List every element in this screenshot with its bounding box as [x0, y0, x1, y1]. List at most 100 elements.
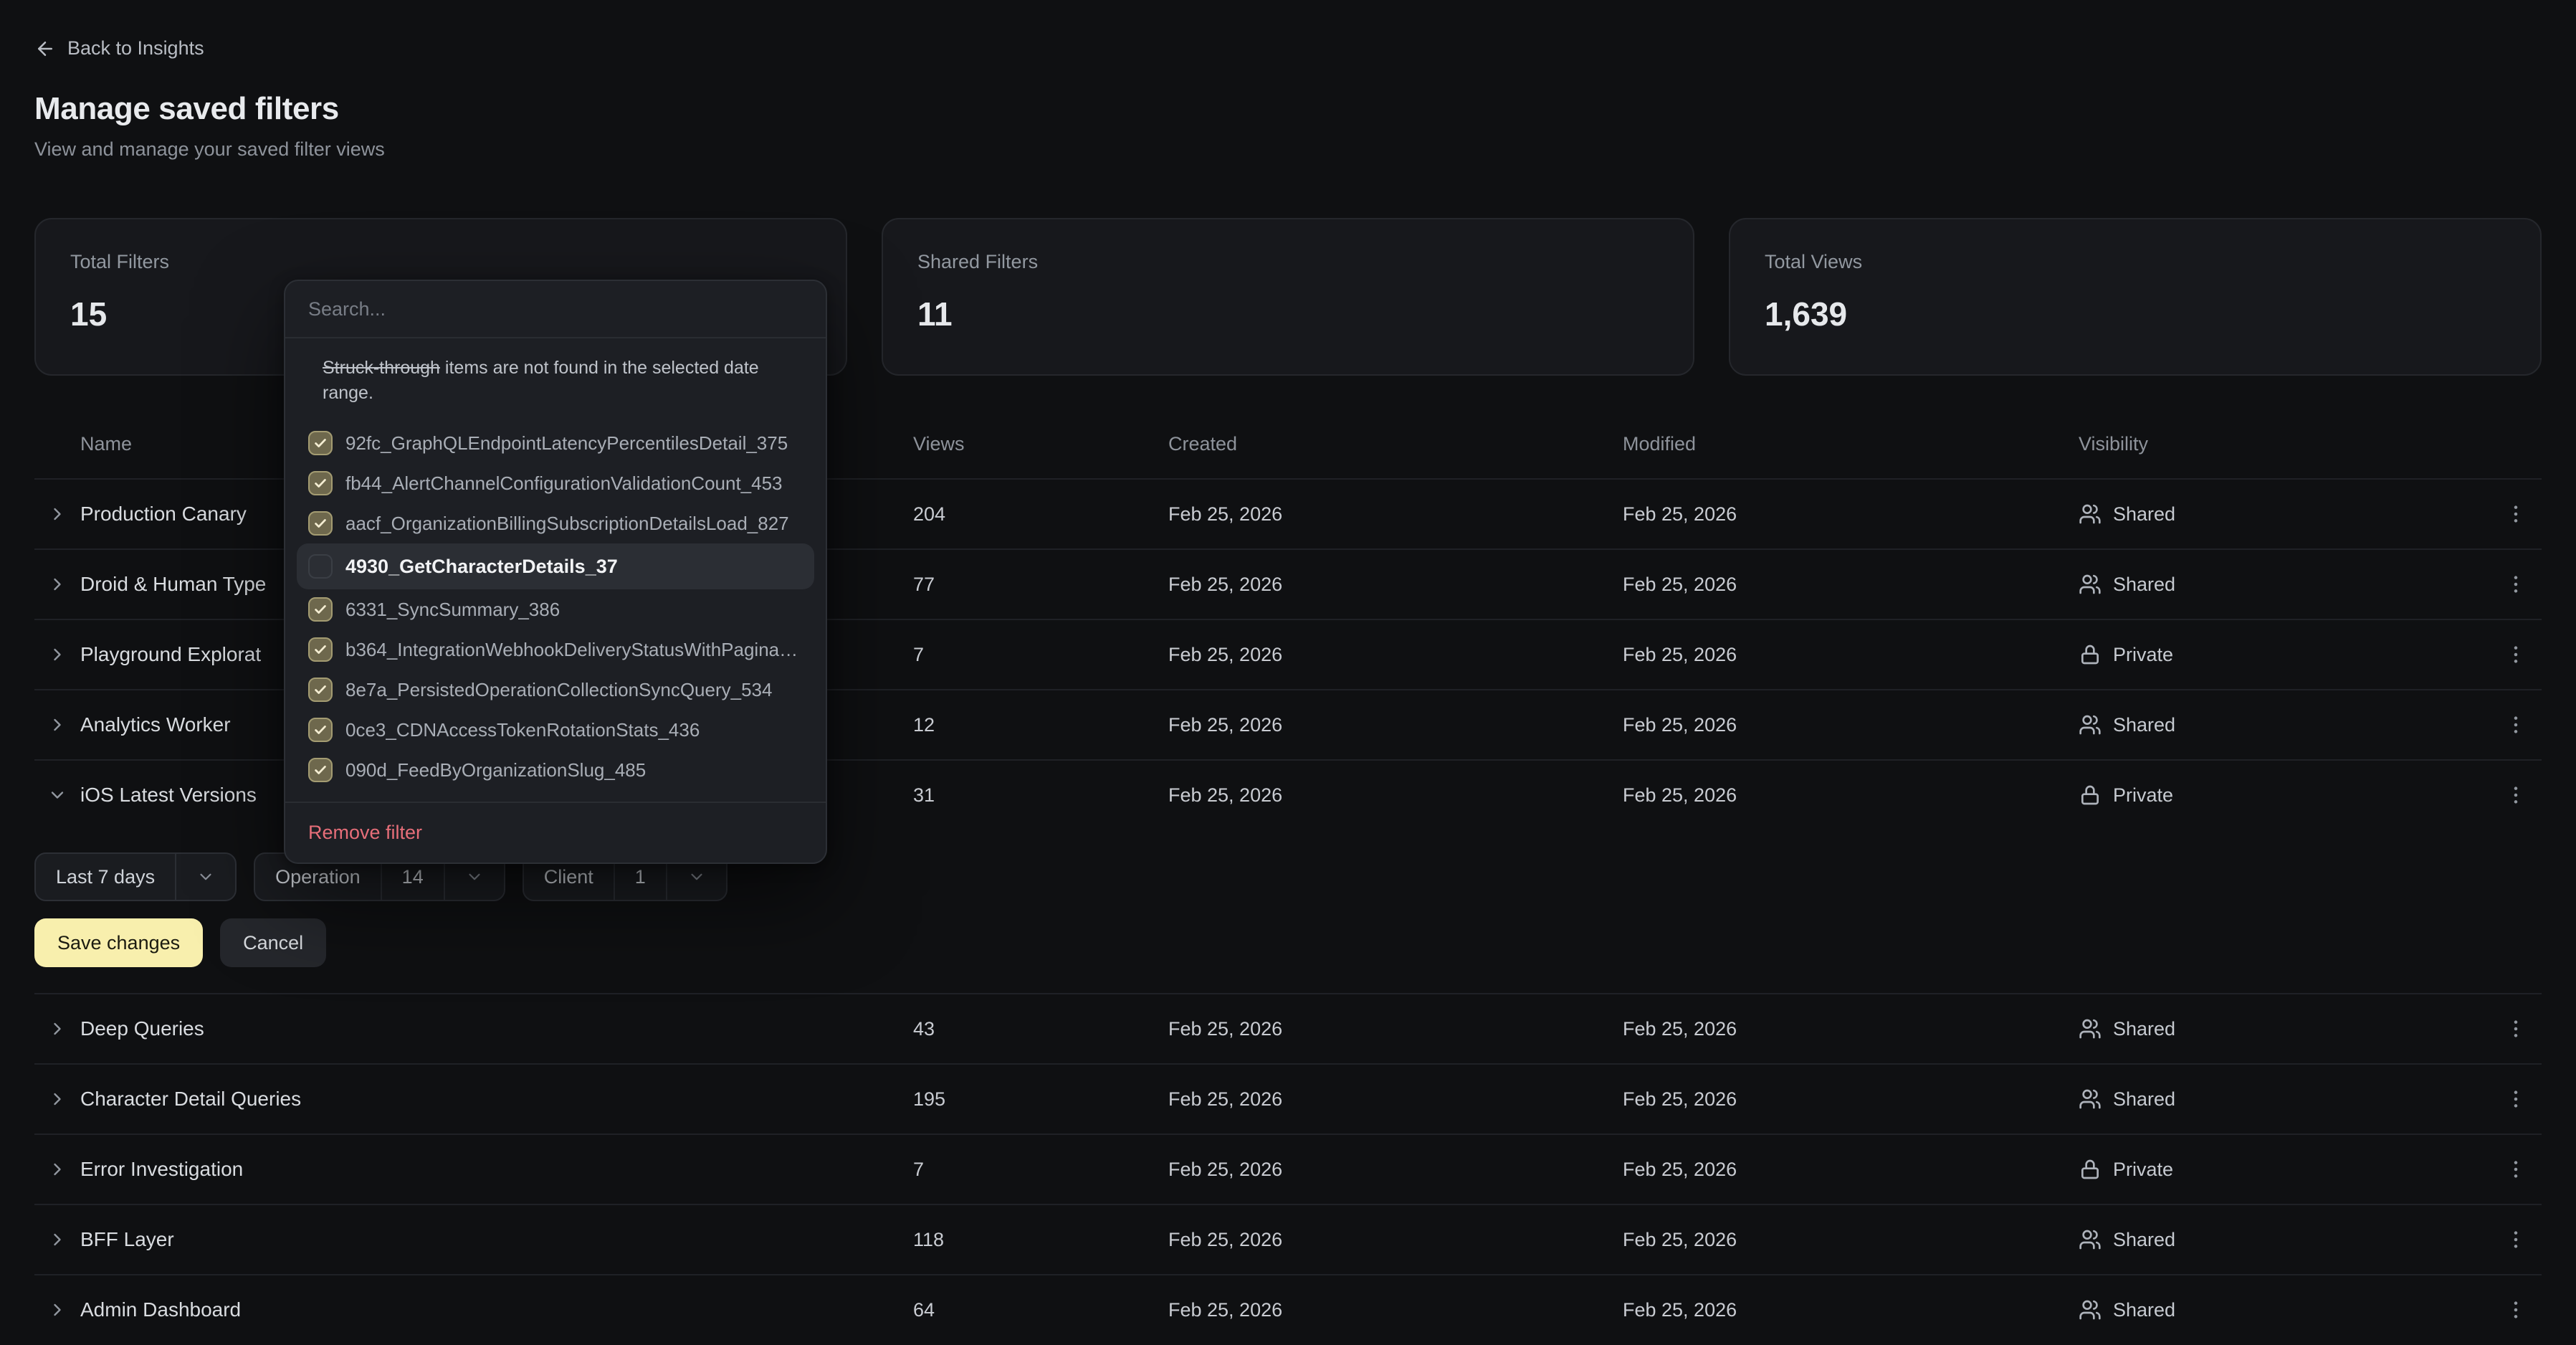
- modified-date: Feb 25, 2026: [1623, 1088, 2079, 1111]
- filter-item[interactable]: aacf_OrganizationBillingSubscriptionDeta…: [297, 503, 814, 543]
- chevron-right-icon[interactable]: [34, 574, 80, 594]
- created-date: Feb 25, 2026: [1168, 1018, 1623, 1040]
- save-changes-button[interactable]: Save changes: [34, 918, 203, 967]
- lock-icon: [2079, 1158, 2102, 1181]
- checkbox-checked-icon[interactable]: [308, 511, 333, 536]
- filter-item[interactable]: 92fc_GraphQLEndpointLatencyPercentilesDe…: [297, 423, 814, 463]
- views-count: 195: [913, 1088, 1168, 1111]
- created-date: Feb 25, 2026: [1168, 784, 1623, 807]
- table-row[interactable]: Admin Dashboard 64 Feb 25, 2026 Feb 25, …: [34, 1274, 2542, 1344]
- chevron-down-icon[interactable]: [175, 854, 235, 900]
- users-icon: [2079, 1017, 2102, 1040]
- filter-item[interactable]: 0ce3_CDNAccessTokenRotationStats_436: [297, 710, 814, 750]
- kebab-icon: [2504, 643, 2527, 666]
- filter-item-label: aacf_OrganizationBillingSubscriptionDeta…: [345, 513, 789, 535]
- search-input[interactable]: [308, 298, 803, 320]
- row-menu-button[interactable]: [2490, 643, 2542, 666]
- chevron-right-icon[interactable]: [34, 715, 80, 735]
- stat-value: 11: [917, 295, 1659, 333]
- created-date: Feb 25, 2026: [1168, 714, 1623, 736]
- kebab-icon: [2504, 1298, 2527, 1321]
- views-count: 43: [913, 1018, 1168, 1040]
- row-menu-button[interactable]: [2490, 1228, 2542, 1251]
- users-icon: [2079, 503, 2102, 526]
- filter-item[interactable]: 8e7a_PersistedOperationCollectionSyncQue…: [297, 670, 814, 710]
- filter-item[interactable]: 6331_SyncSummary_386: [297, 589, 814, 629]
- stat-card-total-views: Total Views 1,639: [1729, 218, 2542, 376]
- filter-item[interactable]: b364_IntegrationWebhookDeliveryStatusWit…: [297, 629, 814, 670]
- stat-card-shared-filters: Shared Filters 11: [882, 218, 1694, 376]
- filter-item[interactable]: fb44_AlertChannelConfigurationValidation…: [297, 463, 814, 503]
- cancel-button[interactable]: Cancel: [220, 918, 326, 967]
- row-menu-button[interactable]: [2490, 713, 2542, 736]
- kebab-icon: [2504, 1158, 2527, 1181]
- chevron-right-icon[interactable]: [34, 645, 80, 665]
- row-menu-button[interactable]: [2490, 1158, 2542, 1181]
- table-row[interactable]: Character Detail Queries 195 Feb 25, 202…: [34, 1063, 2542, 1133]
- filter-name: Admin Dashboard: [80, 1298, 913, 1321]
- modified-date: Feb 25, 2026: [1623, 1018, 2079, 1040]
- chevron-right-icon[interactable]: [34, 1159, 80, 1179]
- checkbox-checked-icon[interactable]: [308, 637, 333, 662]
- kebab-icon: [2504, 1228, 2527, 1251]
- chevron-right-icon[interactable]: [34, 1019, 80, 1039]
- checkbox-unchecked-icon[interactable]: [308, 554, 333, 579]
- row-menu-button[interactable]: [2490, 1088, 2542, 1111]
- stat-value: 1,639: [1765, 295, 2506, 333]
- popover-search[interactable]: [285, 281, 826, 338]
- table-row[interactable]: Error Investigation 7 Feb 25, 2026 Feb 2…: [34, 1133, 2542, 1204]
- row-menu-button[interactable]: [2490, 784, 2542, 807]
- modified-date: Feb 25, 2026: [1623, 714, 2079, 736]
- date-range-chip[interactable]: Last 7 days: [34, 852, 237, 901]
- modified-date: Feb 25, 2026: [1623, 644, 2079, 666]
- checkbox-checked-icon[interactable]: [308, 431, 333, 455]
- users-icon: [2079, 1228, 2102, 1251]
- checkbox-checked-icon[interactable]: [308, 678, 333, 702]
- chevron-right-icon[interactable]: [34, 1230, 80, 1250]
- filter-item-label: 4930_GetCharacterDetails_37: [345, 556, 618, 578]
- filter-name: BFF Layer: [80, 1228, 913, 1251]
- checkbox-checked-icon[interactable]: [308, 471, 333, 495]
- row-menu-button[interactable]: [2490, 573, 2542, 596]
- filter-item-highlighted[interactable]: 4930_GetCharacterDetails_37: [297, 543, 814, 589]
- row-menu-button[interactable]: [2490, 1298, 2542, 1321]
- filter-name: Deep Queries: [80, 1017, 913, 1040]
- views-count: 7: [913, 644, 1168, 666]
- kebab-icon: [2504, 784, 2527, 807]
- views-count: 204: [913, 503, 1168, 526]
- filter-name: Error Investigation: [80, 1158, 913, 1181]
- views-count: 64: [913, 1299, 1168, 1321]
- page-subtitle: View and manage your saved filter views: [34, 138, 2542, 161]
- kebab-icon: [2504, 503, 2527, 526]
- remove-filter-link[interactable]: Remove filter: [285, 802, 826, 862]
- kebab-icon: [2504, 573, 2527, 596]
- table-row[interactable]: BFF Layer 118 Feb 25, 2026 Feb 25, 2026 …: [34, 1204, 2542, 1274]
- visibility-badge: Private: [2079, 1158, 2490, 1181]
- checkbox-checked-icon[interactable]: [308, 718, 333, 742]
- back-to-insights-link[interactable]: Back to Insights: [34, 37, 204, 60]
- visibility-badge: Private: [2079, 643, 2490, 666]
- table-row[interactable]: Deep Queries 43 Feb 25, 2026 Feb 25, 202…: [34, 993, 2542, 1063]
- kebab-icon: [2504, 713, 2527, 736]
- row-menu-button[interactable]: [2490, 503, 2542, 526]
- chip-label: Last 7 days: [36, 854, 175, 900]
- modified-date: Feb 25, 2026: [1623, 784, 2079, 807]
- filter-item-label: 6331_SyncSummary_386: [345, 599, 560, 621]
- created-date: Feb 25, 2026: [1168, 1299, 1623, 1321]
- arrow-left-icon: [34, 38, 56, 60]
- chevron-right-icon[interactable]: [34, 504, 80, 524]
- chevron-right-icon[interactable]: [34, 1300, 80, 1320]
- chevron-right-icon[interactable]: [34, 1089, 80, 1109]
- created-date: Feb 25, 2026: [1168, 574, 1623, 596]
- chevron-down-icon[interactable]: [34, 785, 80, 805]
- checkbox-checked-icon[interactable]: [308, 597, 333, 622]
- visibility-badge: Shared: [2079, 573, 2490, 596]
- row-menu-button[interactable]: [2490, 1017, 2542, 1040]
- visibility-badge: Shared: [2079, 1017, 2490, 1040]
- filter-name: Character Detail Queries: [80, 1088, 913, 1111]
- views-count: 118: [913, 1229, 1168, 1251]
- filter-item[interactable]: 090d_FeedByOrganizationSlug_485: [297, 750, 814, 790]
- checkbox-checked-icon[interactable]: [308, 758, 333, 782]
- manage-saved-filters-page: Back to Insights Manage saved filters Vi…: [0, 0, 2576, 1345]
- stat-label: Shared Filters: [917, 251, 1659, 273]
